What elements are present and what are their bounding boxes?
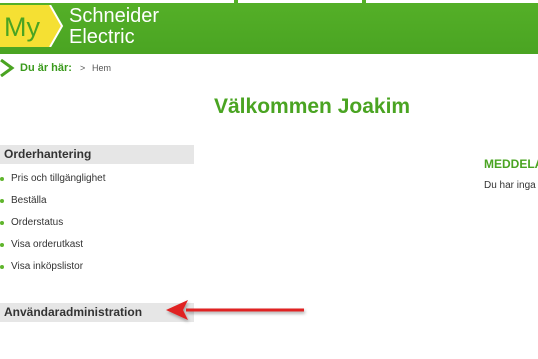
breadcrumb: Du är här: > Hem [0, 58, 538, 82]
brand-line-1: Schneider [69, 5, 160, 27]
menu-item-inkopslistor[interactable]: Visa inköpslistor [0, 256, 106, 278]
bullet-icon [0, 265, 4, 269]
bullet-icon [0, 221, 4, 225]
menu-item-label: Beställa [11, 195, 47, 206]
chevron-right-icon [0, 59, 15, 77]
header-top-line [0, 0, 234, 3]
breadcrumb-home-link[interactable]: Hem [92, 63, 111, 73]
header-top-line [238, 0, 362, 3]
my-logo[interactable]: My [0, 5, 64, 47]
menu-item-orderstatus[interactable]: Orderstatus [0, 212, 106, 234]
bullet-icon [0, 177, 4, 181]
menu-item-label: Orderstatus [11, 217, 64, 228]
logo-my-text: My [4, 12, 40, 42]
breadcrumb-separator: > [80, 63, 86, 73]
brand-name[interactable]: Schneider Electric [69, 6, 159, 48]
breadcrumb-label: Du är här: [20, 62, 72, 74]
annotation-arrow-icon [166, 300, 304, 320]
bullet-icon [0, 243, 4, 247]
menu-item-bestalla[interactable]: Beställa [0, 190, 106, 212]
menu-item-label: Pris och tillgänglighet [11, 173, 106, 184]
site-header: My Schneider Electric [0, 0, 538, 54]
menu-item-orderutkast[interactable]: Visa orderutkast [0, 234, 106, 256]
order-menu: Pris och tillgänglighet Beställa Orderst… [0, 168, 106, 278]
header-top-line [366, 0, 538, 3]
bullet-icon [0, 199, 4, 203]
news-text: Du har inga [484, 180, 536, 191]
menu-item-pris[interactable]: Pris och tillgänglighet [0, 168, 106, 190]
brand-line-2: Electric [69, 26, 135, 48]
page-title: Välkommen Joakim [214, 95, 411, 118]
menu-item-label: Visa orderutkast [11, 239, 84, 250]
news-heading: MEDDELA [484, 157, 538, 171]
menu-item-label: Visa inköpslistor [11, 261, 84, 272]
section-orderhantering: Orderhantering [0, 145, 194, 164]
